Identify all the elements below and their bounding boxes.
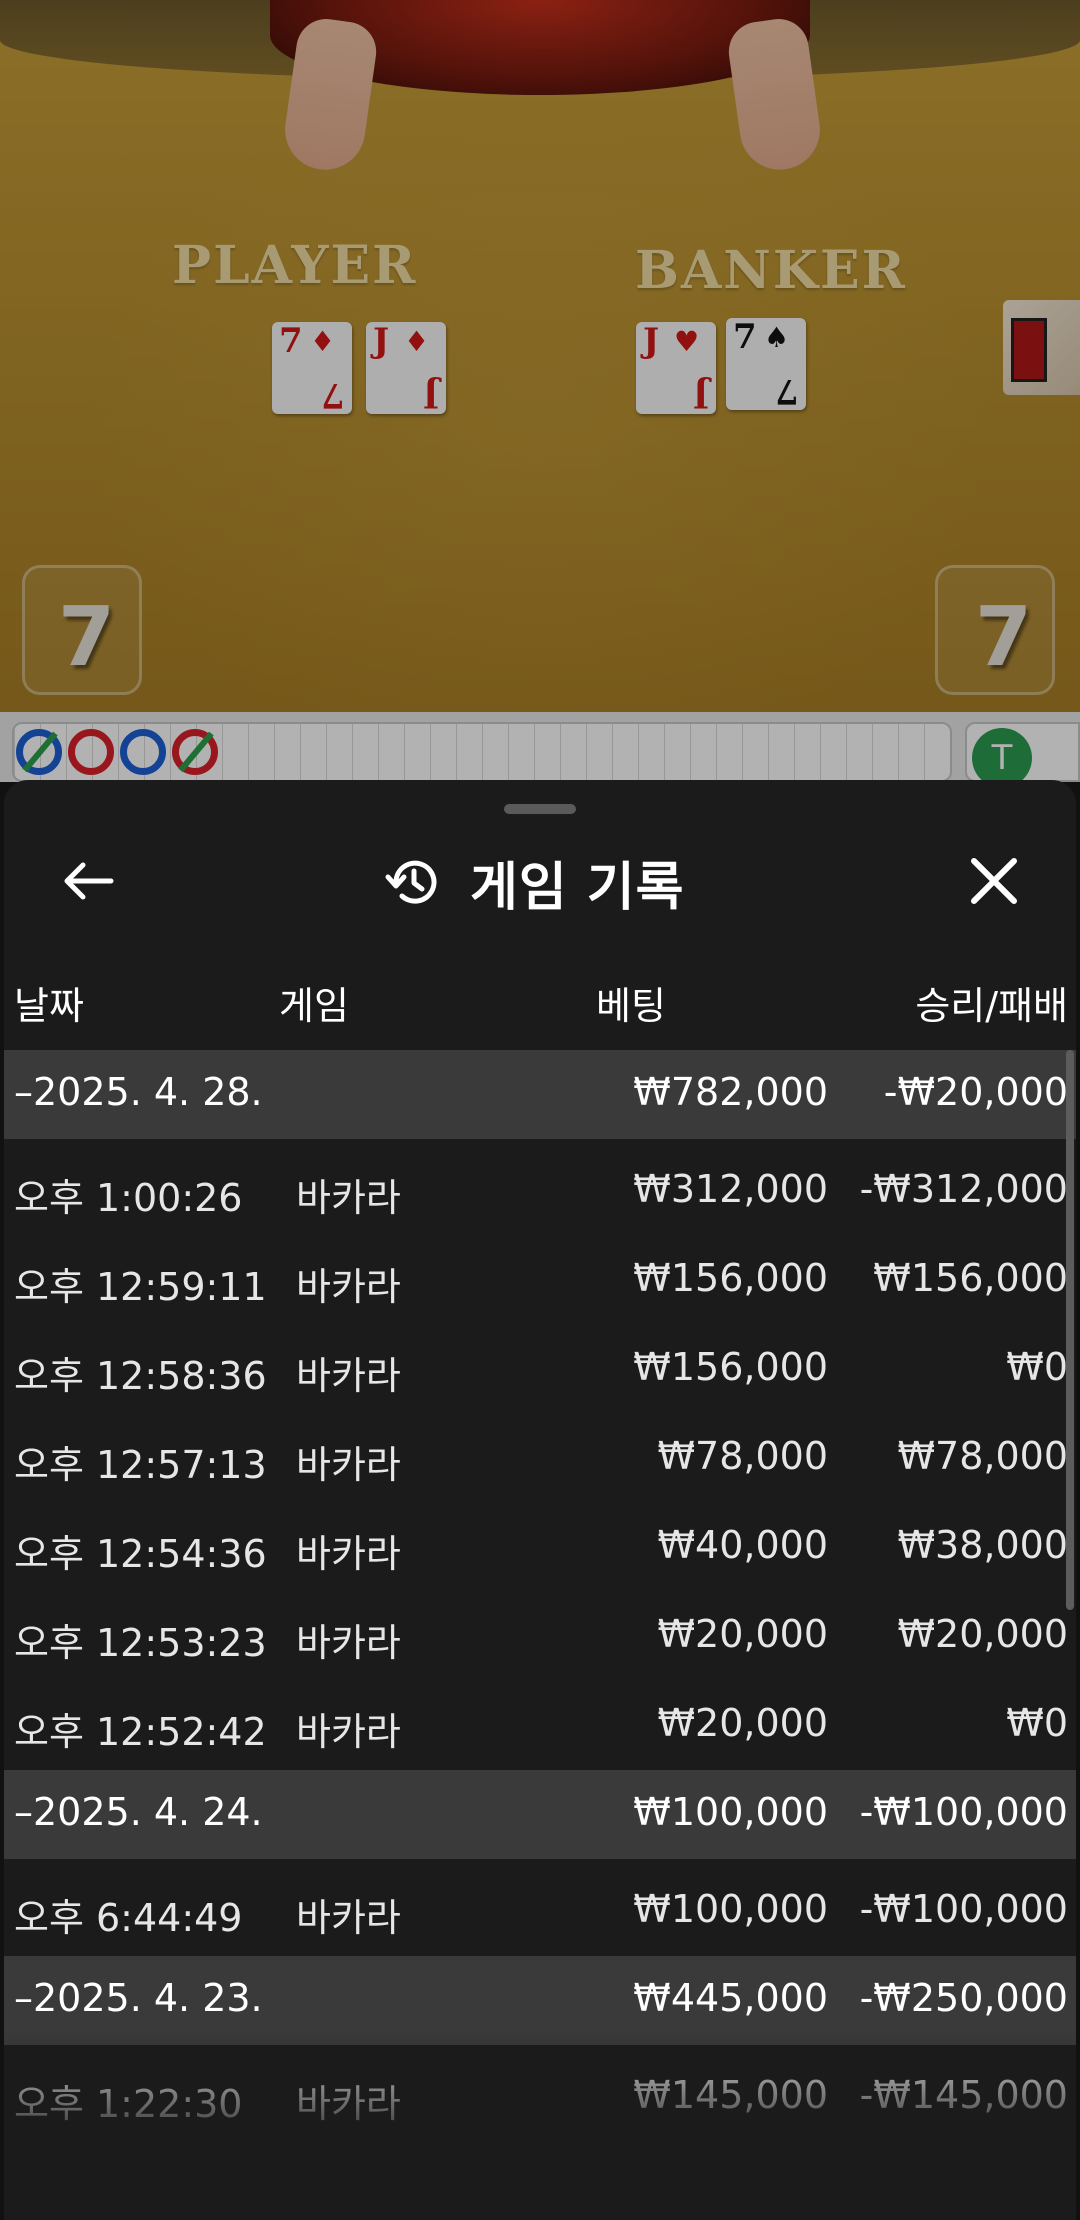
row-time: 오후 12:53:23 <box>14 1621 267 1665</box>
history-row[interactable]: 오후 12:54:36 바카라 ₩40,000 ₩38,000 <box>4 1503 1076 1592</box>
back-button[interactable] <box>54 846 124 916</box>
row-bet: ₩40,000 <box>657 1523 828 1567</box>
date-group-row[interactable]: –2025. 4. 24. ₩100,000 -₩100,000 <box>4 1770 1076 1859</box>
row-result: ₩0 <box>1006 1701 1068 1745</box>
row-result: ₩38,000 <box>897 1523 1068 1567</box>
row-bet: ₩156,000 <box>633 1345 828 1389</box>
history-row[interactable]: 오후 1:22:30 바카라 ₩145,000 -₩145,000 <box>4 2053 1076 2142</box>
group-result-total: -₩20,000 <box>883 1070 1068 1114</box>
video-dim-overlay <box>0 0 1080 782</box>
header-bet: 베팅 <box>596 984 666 1028</box>
history-list: –2025. 4. 28. ₩782,000 -₩20,000 오후 1:00:… <box>4 1050 1076 2142</box>
row-game: 바카라 <box>296 2082 401 2126</box>
row-game: 바카라 <box>296 1532 401 1576</box>
sheet-grabber[interactable] <box>504 804 576 814</box>
row-time: 오후 12:52:42 <box>14 1710 267 1754</box>
row-game: 바카라 <box>296 1621 401 1665</box>
history-row[interactable]: 오후 12:59:11 바카라 ₩156,000 ₩156,000 <box>4 1236 1076 1325</box>
row-time: 오후 12:57:13 <box>14 1443 267 1487</box>
close-icon <box>971 858 1017 904</box>
game-history-sheet: 게임 기록 날짜 게임 베팅 승리/패배 –2025. 4. 28. ₩782,… <box>4 780 1076 2220</box>
group-bet-total: ₩445,000 <box>633 1976 828 2020</box>
row-bet: ₩20,000 <box>657 1701 828 1745</box>
row-time: 오후 1:00:26 <box>14 1176 243 1220</box>
row-time: 오후 1:22:30 <box>14 2082 243 2126</box>
row-game: 바카라 <box>296 1710 401 1754</box>
row-time: 오후 12:58:36 <box>14 1354 267 1398</box>
row-game: 바카라 <box>296 1443 401 1487</box>
row-result: ₩156,000 <box>873 1256 1068 1300</box>
group-date: –2025. 4. 24. <box>14 1790 263 1834</box>
row-time: 오후 6:44:49 <box>14 1896 243 1940</box>
group-date: –2025. 4. 23. <box>14 1976 263 2020</box>
header-date: 날짜 <box>14 984 84 1028</box>
row-bet: ₩100,000 <box>633 1887 828 1931</box>
row-time: 오후 12:59:11 <box>14 1265 267 1309</box>
header-game: 게임 <box>279 984 349 1028</box>
group-date: –2025. 4. 28. <box>14 1070 263 1114</box>
date-group-row[interactable]: –2025. 4. 28. ₩782,000 -₩20,000 <box>4 1050 1076 1139</box>
row-result: -₩100,000 <box>859 1887 1068 1931</box>
history-row[interactable]: 오후 1:00:26 바카라 ₩312,000 -₩312,000 <box>4 1147 1076 1236</box>
history-row[interactable]: 오후 12:52:42 바카라 ₩20,000 ₩0 <box>4 1681 1076 1770</box>
group-result-total: -₩100,000 <box>859 1790 1068 1834</box>
scrollbar[interactable] <box>1066 1050 1074 1610</box>
row-result: -₩312,000 <box>859 1167 1068 1211</box>
row-game: 바카라 <box>296 1176 401 1220</box>
row-bet: ₩156,000 <box>633 1256 828 1300</box>
row-bet: ₩78,000 <box>657 1434 828 1478</box>
sheet-header: 게임 기록 <box>384 842 684 922</box>
row-bet: ₩312,000 <box>633 1167 828 1211</box>
history-row[interactable]: 오후 6:44:49 바카라 ₩100,000 -₩100,000 <box>4 1867 1076 1956</box>
arrow-left-icon <box>64 862 114 900</box>
history-row[interactable]: 오후 12:53:23 바카라 ₩20,000 ₩20,000 <box>4 1592 1076 1681</box>
date-group-row[interactable]: –2025. 4. 23. ₩445,000 -₩250,000 <box>4 1956 1076 2045</box>
history-icon <box>385 860 437 904</box>
row-game: 바카라 <box>296 1265 401 1309</box>
group-bet-total: ₩782,000 <box>633 1070 828 1114</box>
group-bet-total: ₩100,000 <box>633 1790 828 1834</box>
row-time: 오후 12:54:36 <box>14 1532 267 1576</box>
row-bet: ₩20,000 <box>657 1612 828 1656</box>
row-result: ₩20,000 <box>897 1612 1068 1656</box>
row-bet: ₩145,000 <box>633 2073 828 2117</box>
row-game: 바카라 <box>296 1354 401 1398</box>
row-result: ₩78,000 <box>897 1434 1068 1478</box>
row-result: ₩0 <box>1006 1345 1068 1389</box>
history-row[interactable]: 오후 12:58:36 바카라 ₩156,000 ₩0 <box>4 1325 1076 1414</box>
sheet-title: 게임 기록 <box>470 857 685 918</box>
row-game: 바카라 <box>296 1896 401 1940</box>
close-button[interactable] <box>959 846 1029 916</box>
row-result: -₩145,000 <box>859 2073 1068 2117</box>
history-row[interactable]: 오후 12:57:13 바카라 ₩78,000 ₩78,000 <box>4 1414 1076 1503</box>
group-result-total: -₩250,000 <box>859 1976 1068 2020</box>
header-result: 승리/패배 <box>915 984 1068 1028</box>
